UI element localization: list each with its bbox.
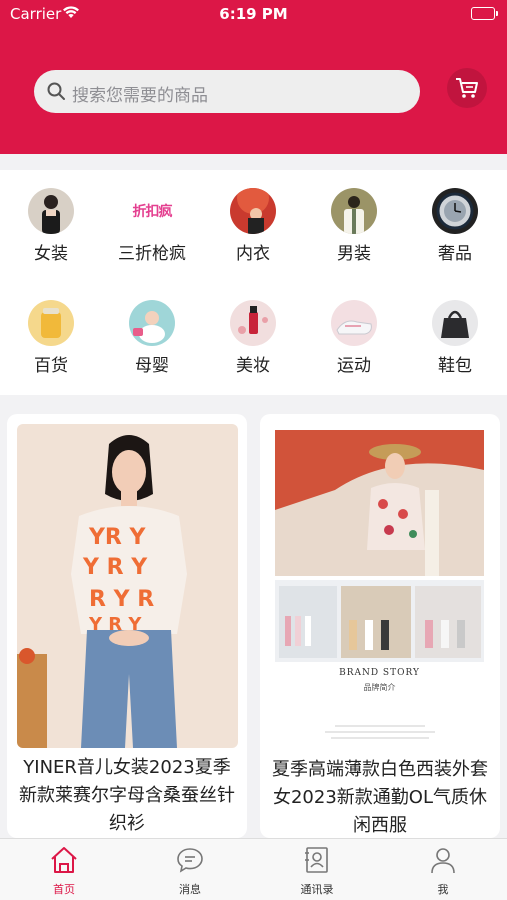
cart-icon <box>456 78 478 98</box>
category-grid: 女装 折扣疯 三折枪疯 内衣 男装 奢品 百货 母婴 美妆 运动 鞋包 <box>0 170 507 395</box>
category-label: 奢品 <box>438 244 472 264</box>
brand-story-title: BRAND STORY <box>339 668 420 678</box>
search-icon <box>47 82 65 100</box>
sports-icon <box>331 300 377 346</box>
tab-label: 通讯录 <box>300 883 334 896</box>
tab-home[interactable]: 首页 <box>24 845 104 897</box>
category-shoes-bags[interactable]: 鞋包 <box>410 300 500 376</box>
tab-messages[interactable]: 消息 <box>150 845 230 897</box>
brand-story-subtitle: 品牌简介 <box>363 683 396 692</box>
category-general[interactable]: 百货 <box>6 300 96 376</box>
category-label: 男装 <box>337 244 371 264</box>
category-mother-baby[interactable]: 母婴 <box>107 300 197 376</box>
svg-text:YR Y: YR Y <box>88 525 147 550</box>
tab-profile[interactable]: 我 <box>403 845 483 897</box>
category-label: 内衣 <box>236 244 270 264</box>
category-label: 百货 <box>34 356 68 376</box>
general-goods-icon <box>28 300 74 346</box>
clock: 6:19 PM <box>219 5 288 23</box>
category-label: 母婴 <box>135 356 169 376</box>
womens-clothing-icon <box>28 188 74 234</box>
status-bar: Carrier 6:19 PM <box>0 4 507 26</box>
category-underwear[interactable]: 内衣 <box>208 188 298 264</box>
product-image: BRAND STORY 品牌简介 <box>275 430 484 758</box>
category-label: 美妆 <box>236 356 270 376</box>
search-placeholder: 搜索您需要的商品 <box>72 86 208 106</box>
category-label: 鞋包 <box>438 356 472 376</box>
category-womens[interactable]: 女装 <box>6 188 96 264</box>
category-label: 运动 <box>337 356 371 376</box>
shoes-bags-icon <box>432 300 478 346</box>
tab-label: 我 <box>437 883 449 896</box>
cart-button[interactable] <box>447 68 487 108</box>
category-mens[interactable]: 男装 <box>309 188 399 264</box>
flash-sale-logo: 折扣疯 <box>132 204 173 220</box>
mother-baby-icon <box>129 300 175 346</box>
tab-label: 首页 <box>53 883 75 896</box>
cosmetics-icon <box>230 300 276 346</box>
tab-label: 消息 <box>179 883 201 896</box>
product-image: YR Y Y R Y R Y R Y R Y <box>17 424 238 748</box>
product-title: YINER音儿女装2023夏季新款莱赛尔字母含桑蚕丝针织衫 <box>19 757 235 834</box>
category-sports[interactable]: 运动 <box>309 300 399 376</box>
contacts-icon <box>305 847 328 873</box>
category-label: 女装 <box>34 244 68 264</box>
product-card[interactable]: BRAND STORY 品牌简介 夏季高端薄款白色西装外套女2023新款通勤OL… <box>260 414 500 838</box>
category-label: 三折枪疯 <box>118 244 186 264</box>
message-icon <box>177 848 203 873</box>
category-cosmetics[interactable]: 美妆 <box>208 300 298 376</box>
svg-text:R Y R: R Y R <box>89 587 154 612</box>
category-luxury[interactable]: 奢品 <box>410 188 500 264</box>
profile-icon <box>431 848 455 874</box>
tab-contacts[interactable]: 通讯录 <box>277 845 357 897</box>
app-header: Carrier 6:19 PM 搜索您需要的商品 <box>0 0 507 154</box>
search-bar[interactable]: 搜索您需要的商品 <box>34 70 420 113</box>
svg-text:Y R Y: Y R Y <box>82 555 148 580</box>
luxury-watch-icon <box>432 188 478 234</box>
tab-bar: 首页 消息 通讯录 我 <box>0 838 507 900</box>
category-flash-sale[interactable]: 折扣疯 三折枪疯 <box>107 188 197 264</box>
underwear-icon <box>230 188 276 234</box>
product-card[interactable]: YR Y Y R Y R Y R Y R Y YINER音儿女装2023夏季新款… <box>7 414 247 838</box>
battery-icon <box>471 7 498 20</box>
home-icon <box>51 847 77 873</box>
product-title: 夏季高端薄款白色西装外套女2023新款通勤OL气质休闲西服 <box>272 759 488 836</box>
mens-clothing-icon <box>331 188 377 234</box>
